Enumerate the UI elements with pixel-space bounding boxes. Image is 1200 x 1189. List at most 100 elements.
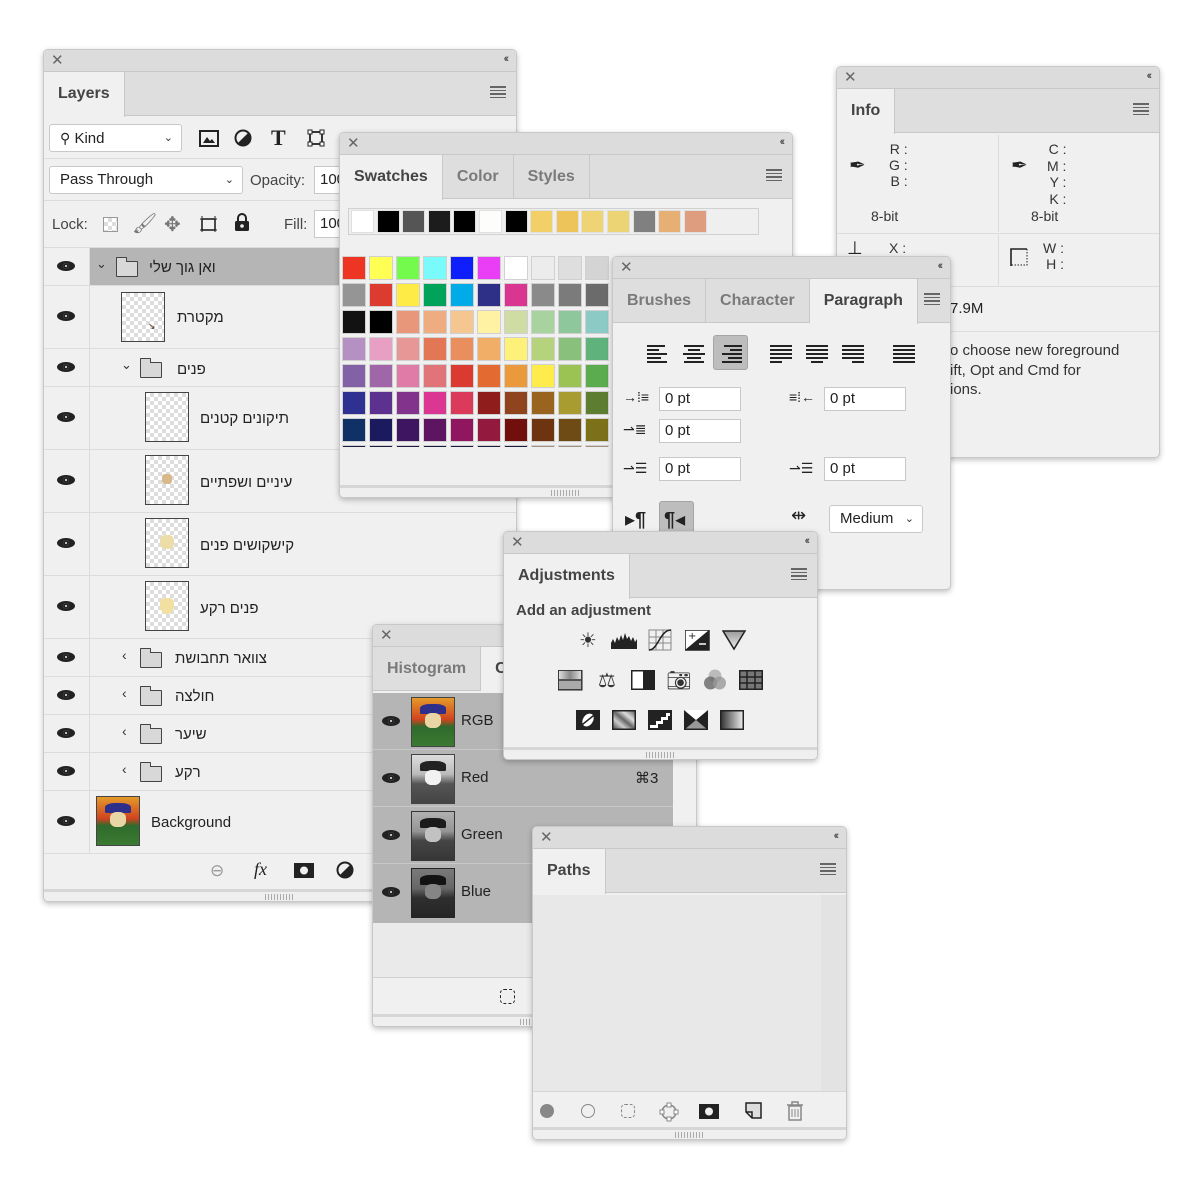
black-white-icon[interactable] (631, 670, 657, 692)
swatch[interactable] (423, 391, 447, 415)
close-icon[interactable]: ✕ (844, 69, 857, 87)
swatch[interactable] (531, 310, 555, 334)
swatch[interactable] (396, 364, 420, 388)
swatch[interactable] (531, 256, 555, 280)
swatch[interactable] (342, 283, 366, 307)
new-path-icon[interactable] (745, 1102, 763, 1120)
recent-swatch[interactable] (530, 210, 554, 233)
tab-styles[interactable]: Styles (514, 155, 590, 199)
swatch[interactable] (369, 337, 393, 361)
tab-swatches[interactable]: Swatches (340, 155, 443, 200)
swatch[interactable] (396, 418, 420, 442)
panel-menu-icon[interactable] (820, 863, 836, 875)
close-icon[interactable]: ✕ (51, 52, 64, 70)
recent-swatch[interactable] (479, 210, 502, 233)
visibility-eye-icon[interactable] (56, 311, 77, 323)
swatch[interactable] (477, 418, 501, 442)
lock-image-pixels-icon[interactable]: 🖌︎ (132, 211, 157, 236)
indent-right-input[interactable]: 0 pt (824, 387, 906, 411)
recent-swatch[interactable] (581, 210, 605, 233)
photo-filter-icon[interactable]: 📷︎ (666, 669, 692, 692)
panel-menu-icon[interactable] (490, 86, 506, 98)
layer-row[interactable]: קישקושים פנים (44, 513, 516, 576)
lock-position-icon[interactable]: ✥ (164, 212, 181, 237)
swatch[interactable] (531, 364, 555, 388)
lock-artboard-icon[interactable] (199, 215, 219, 233)
tab-paragraph[interactable]: Paragraph (809, 279, 918, 324)
recent-swatch[interactable] (376, 210, 400, 233)
space-after-input[interactable]: 0 pt (824, 457, 906, 481)
swatch[interactable] (369, 310, 393, 334)
layer-style-fx-icon[interactable]: fx (254, 859, 267, 880)
collapse-icon[interactable]: ‹‹ (1147, 70, 1153, 82)
swatch[interactable] (423, 256, 447, 280)
align-right-button[interactable] (713, 335, 748, 370)
panel-menu-icon[interactable] (766, 169, 782, 181)
gradient-map-icon[interactable] (720, 710, 746, 732)
swatch[interactable] (585, 283, 609, 307)
tab-brushes[interactable]: Brushes (613, 279, 707, 323)
tab-color[interactable]: Color (443, 155, 514, 199)
swatch[interactable] (585, 418, 609, 442)
brightness-contrast-icon[interactable]: ☀︎ (575, 629, 601, 652)
indent-left-input[interactable]: 0 pt (659, 387, 741, 411)
collapse-icon[interactable]: ‹‹ (504, 53, 510, 65)
swatch[interactable] (396, 283, 420, 307)
justify-right-icon[interactable] (842, 344, 864, 364)
swatch[interactable] (396, 310, 420, 334)
swatch[interactable] (450, 391, 474, 415)
eyedropper-icon[interactable]: ✒︎ (849, 153, 866, 178)
visibility-eye-icon[interactable] (382, 830, 402, 842)
visibility-eye-icon[interactable] (56, 727, 77, 740)
swatch[interactable] (558, 337, 582, 361)
expand-chevron-icon[interactable]: ‹ (122, 647, 127, 663)
exposure-icon[interactable]: + (685, 630, 711, 652)
tab-info[interactable]: Info (837, 89, 896, 134)
visibility-eye-icon[interactable] (56, 361, 77, 374)
recent-swatch[interactable] (504, 210, 528, 233)
visibility-eye-icon[interactable] (56, 260, 77, 273)
swatch[interactable] (450, 310, 474, 334)
swatch[interactable] (396, 337, 420, 361)
filter-kind-dropdown[interactable]: ⚲ Kind ⌄ (49, 124, 182, 152)
swatch[interactable] (450, 256, 474, 280)
load-channel-as-selection-icon[interactable] (500, 989, 515, 1004)
visibility-eye-icon[interactable] (56, 816, 77, 828)
swatch[interactable] (504, 310, 528, 334)
curves-icon[interactable] (648, 629, 674, 651)
swatch[interactable] (504, 391, 528, 415)
visibility-eye-icon[interactable] (56, 689, 77, 702)
color-balance-icon[interactable]: ⚖︎ (594, 669, 620, 692)
swatch[interactable] (504, 337, 528, 361)
color-lookup-icon[interactable] (739, 670, 765, 692)
swatch[interactable] (423, 310, 447, 334)
align-left-icon[interactable] (647, 344, 669, 364)
align-center-icon[interactable] (683, 344, 705, 364)
swatch[interactable] (558, 310, 582, 334)
new-adjustment-layer-icon[interactable] (336, 861, 356, 881)
swatch[interactable] (450, 364, 474, 388)
swatch[interactable] (423, 364, 447, 388)
resize-grip[interactable] (533, 1127, 846, 1139)
close-icon[interactable]: ✕ (347, 135, 360, 153)
swatch[interactable] (585, 310, 609, 334)
swatch[interactable] (558, 283, 582, 307)
swatch[interactable] (585, 256, 609, 280)
invert-icon[interactable] (576, 710, 602, 732)
swatch[interactable] (369, 418, 393, 442)
expand-chevron-icon[interactable]: ‹ (122, 723, 127, 739)
swatch[interactable] (342, 418, 366, 442)
visibility-eye-icon[interactable] (382, 773, 402, 785)
selective-color-icon[interactable] (684, 710, 710, 732)
swatch[interactable] (585, 364, 609, 388)
hue-saturation-icon[interactable] (558, 670, 584, 692)
stroke-path-icon[interactable] (581, 1104, 595, 1118)
threshold-icon[interactable] (648, 710, 674, 732)
swatch[interactable] (342, 310, 366, 334)
add-mask-icon[interactable] (294, 863, 314, 878)
swatch[interactable] (504, 364, 528, 388)
fill-path-icon[interactable] (540, 1104, 554, 1118)
swatch[interactable] (477, 283, 501, 307)
swatch[interactable] (396, 256, 420, 280)
swatch[interactable] (585, 337, 609, 361)
